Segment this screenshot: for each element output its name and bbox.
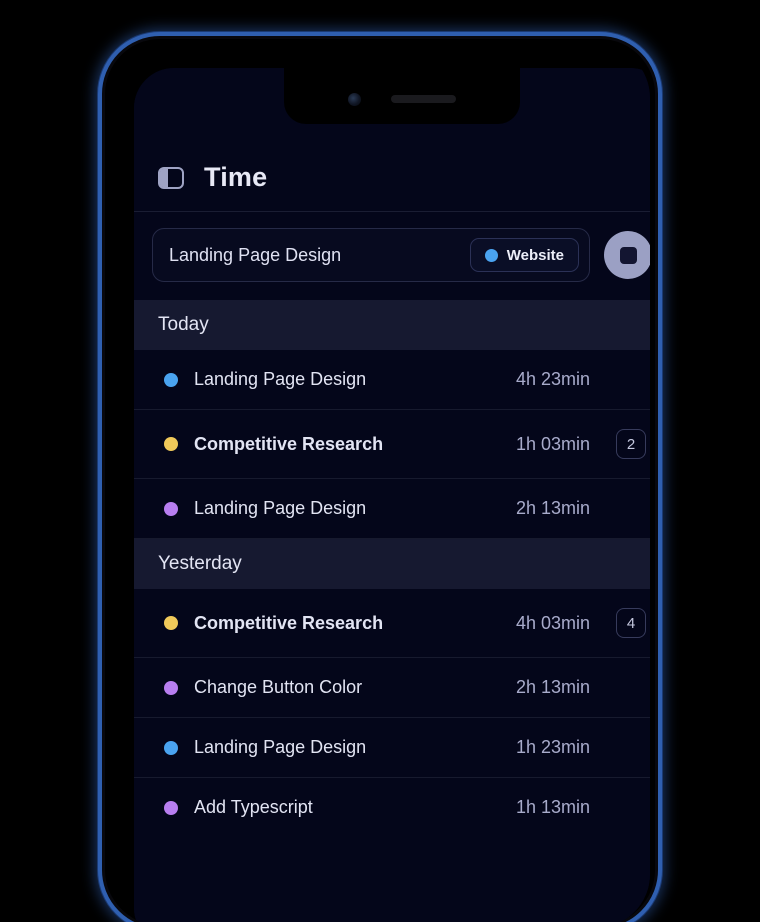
project-tag-label: Website [506,246,564,264]
time-entry-row[interactable]: Landing Page Design 1h 23min [134,718,650,778]
speaker-grille-icon [391,95,456,103]
timer-input-field[interactable]: Landing Page Design Website [152,228,590,282]
entry-color-dot [164,680,178,695]
project-color-dot [484,248,498,262]
entry-title: Change Button Color [194,677,363,697]
entry-color-dot [164,372,178,387]
entry-title: Competitive Research [194,433,384,454]
phone-bezel: Time Landing Page Design Website Today L… [110,44,650,922]
entry-title: Landing Page Design [194,369,367,389]
timer-task-input[interactable]: Landing Page Design [169,245,460,266]
screenshot-stage: Time Landing Page Design Website Today L… [0,0,760,922]
time-entry-row[interactable]: Landing Page Design 4h 23min [134,350,650,410]
entry-duration: 2h 13min [515,498,590,518]
entry-title: Competitive Research [194,612,384,633]
entry-duration: 2h 13min [515,677,590,697]
phone-device-mockup: Time Landing Page Design Website Today L… [98,32,662,922]
section-header: Today [134,300,650,350]
entry-duration: 1h 03min [515,433,590,454]
time-entry-row[interactable]: Change Button Color 2h 13min [134,658,650,718]
entry-color-dot [164,800,178,815]
entry-duration: 1h 13min [515,797,590,817]
entry-color-dot [164,501,178,516]
phone-notch [284,68,520,124]
time-entry-row[interactable]: Competitive Research 4h 03min 4 [134,589,650,658]
entry-title: Landing Page Design [194,737,367,757]
phone-screen: Time Landing Page Design Website Today L… [134,68,650,922]
app-header: Time [134,148,650,212]
entry-duration: 4h 03min [515,612,590,633]
time-tracking-app: Time Landing Page Design Website Today L… [134,68,650,922]
entry-duration: 1h 23min [515,737,590,757]
stop-square-icon [619,246,637,264]
entry-count-badge[interactable]: 4 [616,608,646,638]
entry-title: Landing Page Design [194,498,367,518]
entry-color-dot [164,740,178,755]
stop-timer-button[interactable] [604,231,650,279]
sidebar-toggle-icon[interactable] [158,166,184,189]
camera-lens-icon [348,92,361,106]
timer-bar: Landing Page Design Website [134,212,650,300]
entry-color-dot [164,616,178,630]
section-header: Yesterday [134,539,650,589]
entry-count-badge[interactable]: 2 [616,429,646,459]
project-tag-website[interactable]: Website [469,238,579,272]
entry-color-dot [164,437,178,451]
time-entry-row[interactable]: Landing Page Design 2h 13min [134,479,650,539]
time-entry-row[interactable]: Competitive Research 1h 03min 2 [134,410,650,479]
time-entry-row[interactable]: Add Typescript 1h 13min [134,778,650,837]
entry-title: Add Typescript [194,797,313,817]
time-entry-list: Today Landing Page Design 4h 23min Competit… [134,300,650,922]
entry-duration: 4h 23min [515,369,590,389]
page-title: Time [204,162,268,192]
